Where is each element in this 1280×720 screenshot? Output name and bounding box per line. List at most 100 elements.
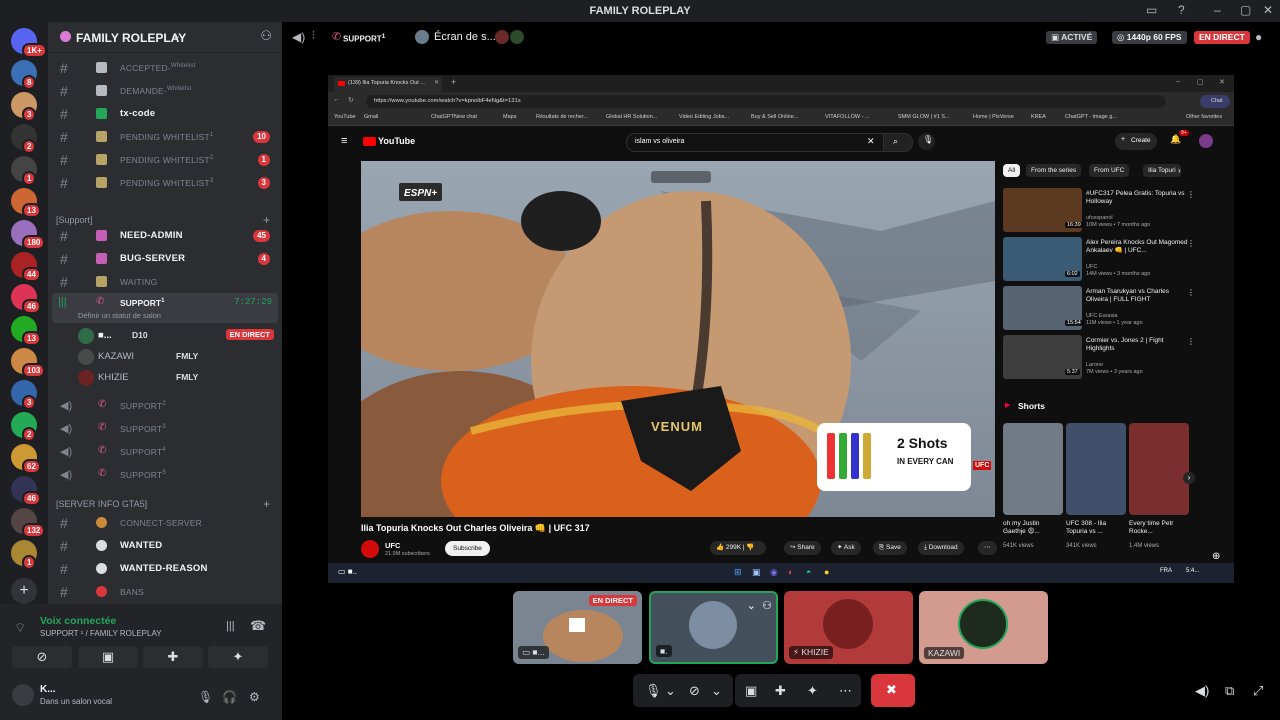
short-title[interactable]: oh my Justin Gaethje 😩... xyxy=(1003,520,1063,536)
like-button[interactable]: 👍 299K | 👎 xyxy=(710,541,766,555)
channel-item[interactable]: # NEED-ADMIN 45 xyxy=(48,226,282,246)
filter-chip[interactable]: From the series xyxy=(1026,164,1082,177)
channel-item[interactable]: # DEMANDE-Whitelist xyxy=(48,81,282,101)
more-actions-button[interactable]: ⋯ xyxy=(978,541,997,555)
mic-icon[interactable]: 🎙 xyxy=(645,683,662,699)
back-icon[interactable]: ← xyxy=(333,96,340,103)
short-thumbnail[interactable] xyxy=(1066,423,1126,515)
create-button[interactable]: + Create xyxy=(1115,133,1157,150)
chat-icon[interactable]: ● xyxy=(1255,30,1262,44)
bookmark-item[interactable]: Video Editing Jobs... xyxy=(679,114,729,120)
bookmark-item[interactable]: ChatGPT - image g... xyxy=(1065,114,1117,120)
taskbar-app-icon[interactable]: ▣ xyxy=(752,567,761,578)
chat-bubble-icon[interactable]: ▭ ■.. xyxy=(338,567,357,576)
share-button[interactable]: ↪ Share xyxy=(784,541,821,555)
ask-button[interactable]: ✦ Ask xyxy=(831,541,861,555)
shared-screen[interactable]: (139) Ilia Topuria Knocks Out ... ✕ + – … xyxy=(328,75,1234,583)
filter-chip[interactable]: All xyxy=(1003,164,1021,177)
chevron-down-icon[interactable]: ⌄ xyxy=(665,683,676,699)
voice-user[interactable]: KAZAWI FMLY xyxy=(48,347,282,367)
channel-status[interactable]: Définir un statut de salon xyxy=(78,311,161,320)
bookmark-item[interactable]: VITAFOLLOW - ... xyxy=(825,114,870,120)
player-overlay-icons[interactable] xyxy=(651,171,711,183)
related-video[interactable]: 6:02 Alex Pereira Knocks Out Magomed Anka… xyxy=(1003,237,1195,283)
voice-channel-item[interactable]: ◀) ✆ SUPPORT5 xyxy=(48,465,282,485)
headphones-icon[interactable]: 🎧 xyxy=(222,690,237,704)
volume-icon[interactable]: ◀) xyxy=(1195,683,1209,699)
camera-button[interactable]: ⊘ xyxy=(12,646,72,668)
voice-status[interactable]: Voix connectée xyxy=(40,615,116,627)
zoom-icon[interactable]: ⊕ xyxy=(1212,551,1220,562)
browser-minimize-button[interactable]: – xyxy=(1176,78,1180,85)
bookmark-item[interactable]: ChatGPTNew chat xyxy=(431,114,477,120)
participant-tile-kazawi[interactable]: KAZAWI xyxy=(919,591,1048,664)
category-server-info[interactable]: [SERVER INFO GTA5] xyxy=(56,499,147,509)
bell-icon[interactable]: 🔔 xyxy=(1170,134,1181,145)
channel-item[interactable]: # tx-code xyxy=(48,104,282,124)
short-title[interactable]: Every time Petr Rocke... xyxy=(1129,520,1189,536)
related-video[interactable]: 5:37 Cormier vs. Jones 2 | Fight Highligh… xyxy=(1003,335,1195,381)
channel-name[interactable]: UFC xyxy=(385,541,400,550)
participant-tile-stream[interactable]: EN DIRECT ▭ ■... xyxy=(513,591,642,664)
windows-start-icon[interactable]: ⊞ xyxy=(734,567,742,578)
youtube-logo-icon[interactable] xyxy=(363,137,376,146)
short-title[interactable]: UFC 308 - Ilia Topuria vs ... xyxy=(1066,520,1126,536)
add-server-icon[interactable]: + xyxy=(11,578,37,604)
search-button[interactable]: ⌕ xyxy=(883,133,913,152)
add-friend-icon[interactable]: ⚇ xyxy=(762,599,772,612)
bookmark-item[interactable]: SMM GLOW | #1 S... xyxy=(898,114,950,120)
screen-share-icon[interactable]: ▣ xyxy=(745,683,757,699)
close-button[interactable]: ✕ xyxy=(1263,3,1273,17)
voice-channel-item[interactable]: ◀) ✆ SUPPORT2 xyxy=(48,396,282,416)
subscribe-button[interactable]: Subscribe xyxy=(445,541,490,556)
bookmark-item[interactable]: Home | PixVerse xyxy=(973,114,1014,120)
voice-channel-item[interactable]: ◀) ✆ SUPPORT4 xyxy=(48,442,282,462)
clock[interactable]: 5:4... xyxy=(1186,568,1199,574)
add-channel-icon[interactable]: + xyxy=(263,213,270,227)
bookmark-item[interactable]: Maps xyxy=(503,114,516,120)
channel-item[interactable]: # PENDING WHITELIST2 1 xyxy=(48,150,282,170)
search-input[interactable]: islam vs oliveira ✕ xyxy=(626,133,884,152)
menu-icon[interactable]: ≡ xyxy=(341,135,347,147)
channel-avatar[interactable] xyxy=(361,540,379,558)
browser-tab[interactable]: (139) Ilia Topuria Knocks Out ... ✕ xyxy=(334,77,442,92)
bookmark-item[interactable]: Global HR Solution... xyxy=(606,114,657,120)
chat-button[interactable]: Chat xyxy=(1200,95,1230,108)
add-member-icon[interactable]: ⚇ xyxy=(260,28,272,44)
speaker-icon[interactable]: ◀) xyxy=(292,30,305,44)
address-field[interactable]: https://www.youtube.com/watch?v=kpnoibF4… xyxy=(366,95,1166,108)
chevron-right-icon[interactable]: › xyxy=(1183,472,1195,484)
taskbar-app-icon[interactable]: ◓ xyxy=(806,567,811,577)
channel-item[interactable]: # WANTED-REASON xyxy=(48,559,282,579)
active-voice-channel[interactable]: ||| ✆ SUPPORT1 7:27:29 Définir un statut de … xyxy=(52,293,278,323)
tab-close-icon[interactable]: ✕ xyxy=(434,79,439,86)
filter-chip[interactable]: From UFC xyxy=(1089,164,1130,177)
channel-item[interactable]: # PENDING WHITELIST1 10 xyxy=(48,127,282,147)
voice-channel-item[interactable]: ◀) ✆ SUPPORT3 xyxy=(48,419,282,439)
channel-item[interactable]: # ACCEPTED-Whitelist xyxy=(48,58,282,78)
quality-badge[interactable]: ◎ 1440p 60 FPS xyxy=(1112,31,1187,44)
soundboard-icon[interactable]: ||| xyxy=(226,620,235,632)
channel-item[interactable]: # BANS xyxy=(48,582,282,602)
server-header[interactable]: FAMILY ROLEPLAY ⌄ ⚇ xyxy=(48,22,282,53)
category-support[interactable]: [Support] xyxy=(56,215,93,225)
camera-off-icon[interactable]: ⊘ xyxy=(689,683,700,699)
mic-icon[interactable]: 🎙 xyxy=(198,690,213,704)
channel-item[interactable]: # PENDING WHITELIST3 3 xyxy=(48,173,282,193)
related-video[interactable]: 15:54 Arman Tsarukyan vs Charles Oliveira… xyxy=(1003,286,1195,332)
more-options-icon[interactable]: ⋮ xyxy=(1187,190,1195,199)
taskbar-app-icon[interactable]: ◉ xyxy=(770,567,778,578)
bookmark-item[interactable]: Résultats de recher... xyxy=(536,114,588,120)
participant-tile-active[interactable]: ■. ⌄ ⚇ xyxy=(649,591,778,664)
chevron-down-icon[interactable]: ⌄ xyxy=(747,599,756,612)
more-options-icon[interactable]: ⋮ xyxy=(1187,288,1195,297)
clear-search-icon[interactable]: ✕ xyxy=(867,136,875,147)
new-tab-icon[interactable]: + xyxy=(451,77,456,87)
download-button[interactable]: ⤓ Download xyxy=(918,541,964,555)
bookmark-item[interactable]: YouTube xyxy=(334,114,356,120)
browser-maximize-button[interactable]: ▢ xyxy=(1197,78,1204,86)
help-icon[interactable]: ? xyxy=(1178,3,1185,17)
participant-tile-khizie[interactable]: ⚡ KHIZIE xyxy=(784,591,913,664)
channel-item[interactable]: # WANTED xyxy=(48,536,282,556)
bookmark-item[interactable]: Gmail xyxy=(364,114,378,120)
